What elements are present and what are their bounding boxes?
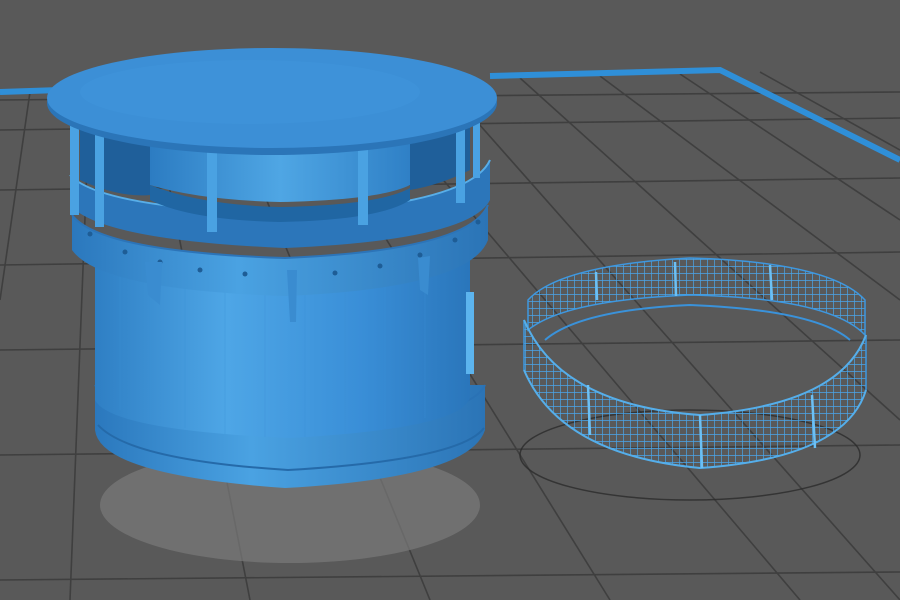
top-cap-highlight <box>80 60 420 124</box>
scene <box>0 0 900 600</box>
fan-housing-model[interactable] <box>47 48 497 488</box>
3d-viewport[interactable] <box>0 0 900 600</box>
side-rib <box>466 292 474 374</box>
